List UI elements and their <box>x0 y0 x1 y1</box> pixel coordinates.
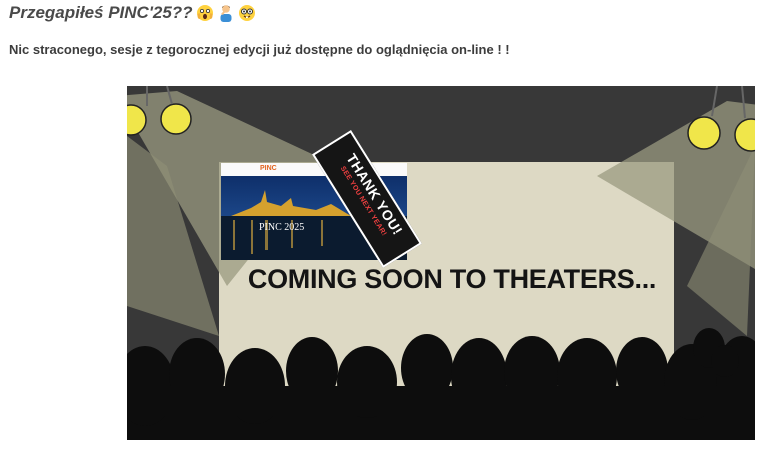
website-logo: PINC <box>260 165 277 172</box>
screen-title: COMING SOON TO THEATERS... <box>247 264 657 294</box>
nerd-face-icon <box>238 4 256 22</box>
post-subtitle: Nic straconego, sesje z tegorocznej edyc… <box>9 42 510 57</box>
cinema-illustration <box>127 86 755 440</box>
coming-soon-image: PINC PINC 2025 THANK YOU! SEE YOU NEXT Y… <box>127 86 755 440</box>
face-screaming-in-fear-icon <box>196 4 214 22</box>
website-title: PINC 2025 <box>259 222 305 233</box>
person-facepalming-icon <box>217 4 235 22</box>
post-title: Przegapiłeś PINC'25?? <box>9 3 193 22</box>
post-title-row: Przegapiłeś PINC'25?? <box>9 3 256 23</box>
